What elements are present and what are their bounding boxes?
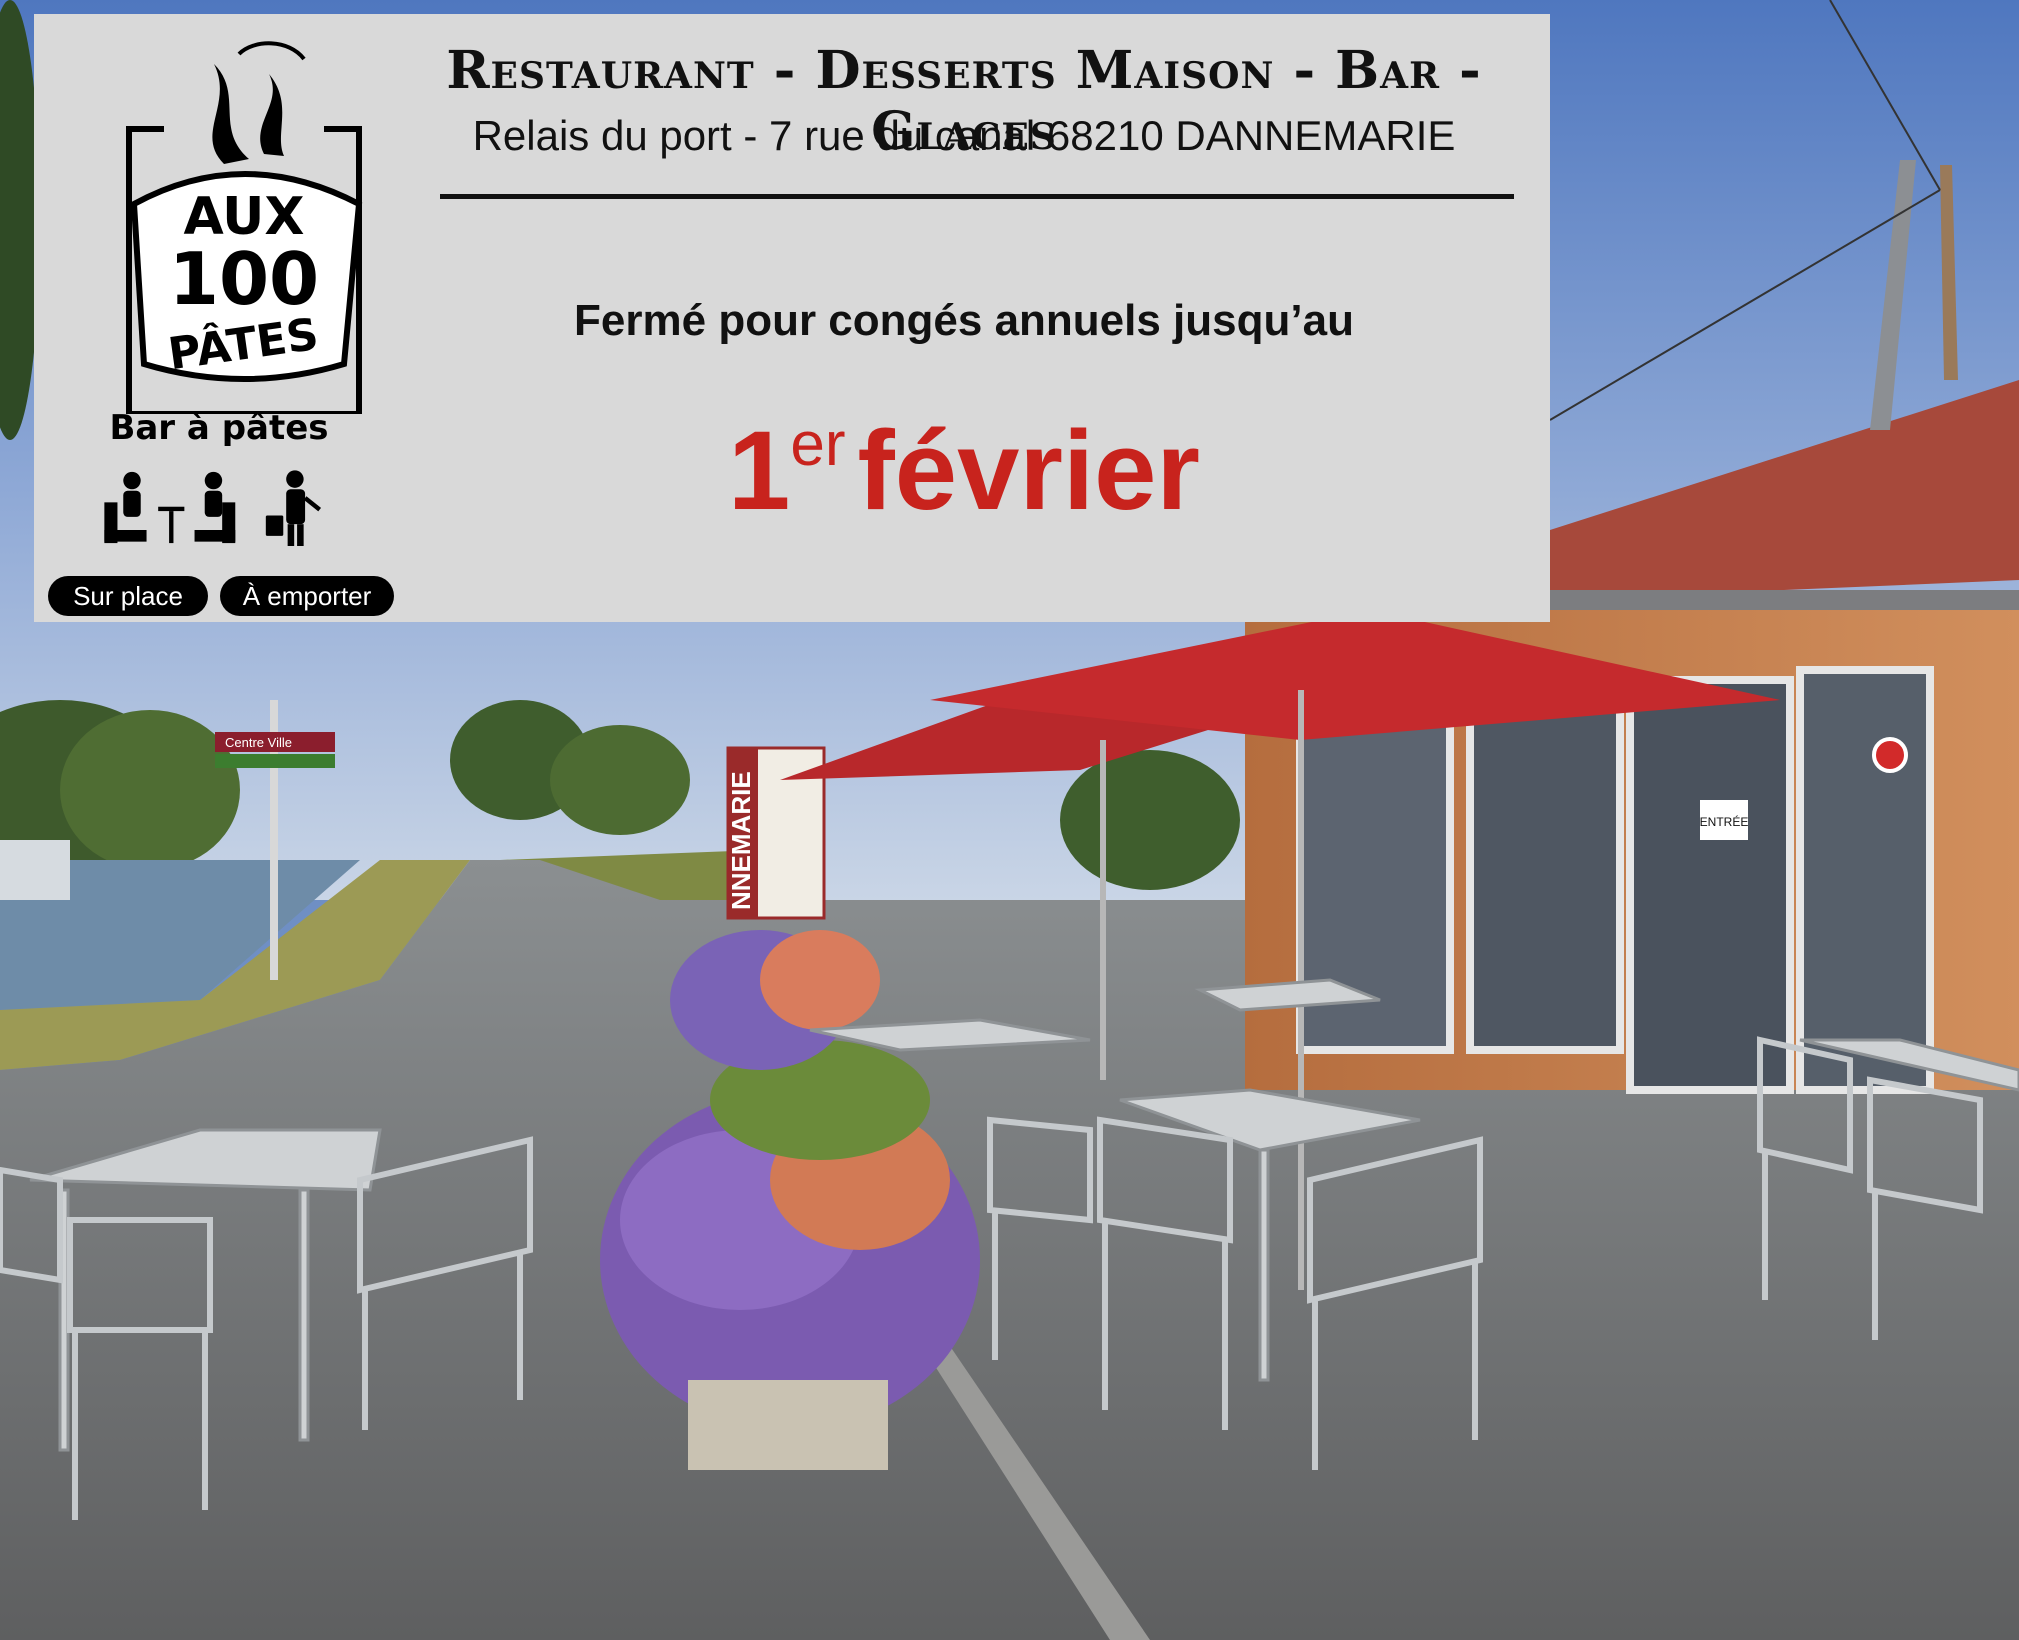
- divider: [440, 194, 1514, 199]
- date-month: février: [857, 408, 1200, 533]
- boat: [0, 840, 70, 900]
- takeaway-icon: [265, 470, 321, 546]
- closure-notice: Fermé pour congés annuels jusqu’au: [574, 296, 1354, 345]
- service-icons: [104, 470, 321, 546]
- no-entry-sign: [1872, 737, 1908, 773]
- glass-doors: [1296, 666, 1934, 1094]
- date-suffix: er: [790, 410, 846, 479]
- takeaway-label: À emporter: [220, 576, 394, 616]
- direction-sign-label: Centre Ville: [225, 735, 292, 750]
- entry-sign: ENTRÉE: [1700, 814, 1749, 829]
- reopening-date: 1er février: [364, 414, 1564, 527]
- steaming-bowl-logo: AUX 100 PÂTES: [126, 41, 363, 414]
- restaurant-address: Relais du port - 7 rue du canal 68210 DA…: [472, 112, 1456, 159]
- logo-line-2: 100: [169, 237, 319, 321]
- dine-in-label: Sur place: [48, 576, 208, 616]
- logo: AUX 100 PÂTES Bar à pâtes Sur place À em…: [34, 14, 404, 622]
- date-number: 1: [728, 408, 791, 533]
- info-panel: AUX 100 PÂTES Bar à pâtes Sur place À em…: [34, 14, 1550, 622]
- gutter: [1550, 590, 2019, 612]
- dine-in-icon: [104, 471, 236, 544]
- logo-tagline: Bar à pâtes: [109, 408, 329, 448]
- steam-icon: [212, 64, 249, 164]
- town-sign-label: NNEMARIE: [726, 771, 756, 910]
